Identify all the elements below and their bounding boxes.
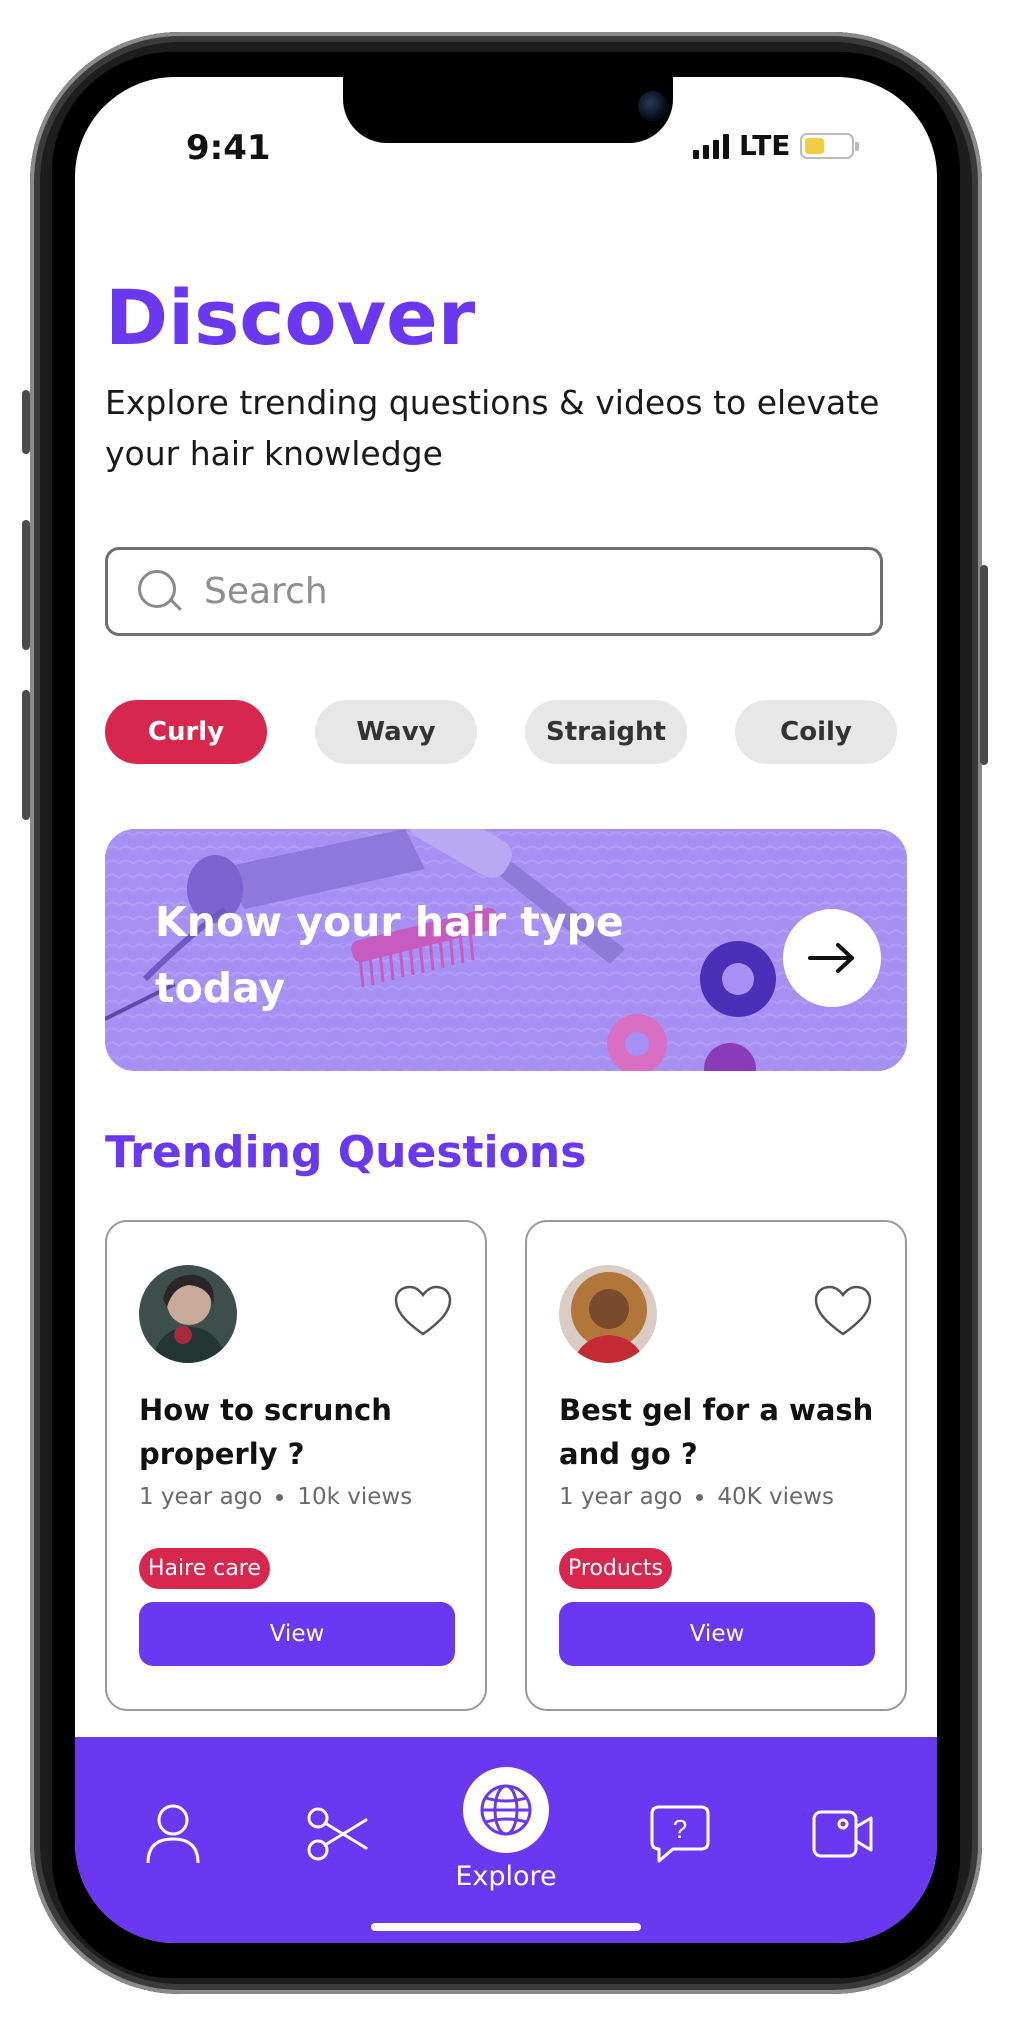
tab-profile[interactable] <box>138 1799 208 1869</box>
banner-arrow-button[interactable] <box>783 909 881 1007</box>
separator-dot <box>696 1493 704 1501</box>
page-title: Discover <box>105 273 476 362</box>
network-label: LTE <box>739 129 791 162</box>
bottom-tab-bar: Explore ? <box>75 1737 937 1943</box>
filter-chip-curly[interactable]: Curly <box>105 700 267 764</box>
search-icon <box>138 569 182 614</box>
search-box[interactable] <box>105 547 883 636</box>
video-icon <box>812 1810 873 1858</box>
question-bubble-icon: ? <box>650 1805 710 1863</box>
question-meta: 1 year ago 10k views <box>139 1484 412 1510</box>
question-meta: 1 year ago 40K views <box>559 1484 834 1510</box>
globe-icon <box>480 1784 532 1836</box>
phone-volume-down-button <box>22 690 30 820</box>
question-views: 40K views <box>717 1484 834 1510</box>
status-indicators: LTE <box>693 129 860 162</box>
home-indicator <box>371 1923 641 1931</box>
user-avatar <box>559 1265 657 1363</box>
category-tag[interactable]: Haire care <box>139 1548 270 1589</box>
svg-text:?: ? <box>673 1814 687 1844</box>
question-views: 10k views <box>297 1484 413 1510</box>
separator-dot <box>276 1493 284 1501</box>
tab-explore[interactable] <box>463 1767 549 1853</box>
profile-icon <box>146 1804 200 1864</box>
user-avatar <box>139 1265 237 1363</box>
question-card[interactable]: How to scrunch properly ? 1 year ago 10k… <box>105 1220 487 1711</box>
arrow-right-icon <box>808 943 854 973</box>
tab-explore-label[interactable]: Explore <box>406 1861 606 1892</box>
status-time: 9:41 <box>186 128 271 168</box>
filter-chip-coily[interactable]: Coily <box>735 700 897 764</box>
heart-icon[interactable] <box>813 1284 873 1338</box>
battery-icon <box>800 132 860 159</box>
phone-volume-up-button <box>22 520 30 650</box>
phone-power-button <box>980 565 988 765</box>
tab-styles[interactable] <box>303 1799 373 1869</box>
heart-icon[interactable] <box>393 1284 453 1338</box>
notch <box>343 77 673 143</box>
banner-text: Know your hair type today <box>155 898 624 1012</box>
hair-type-filters: Curly Wavy Straight Coily <box>105 700 897 764</box>
filter-chip-wavy[interactable]: Wavy <box>315 700 477 764</box>
question-card[interactable]: Best gel for a wash and go ? 1 year ago … <box>525 1220 907 1711</box>
hair-type-banner[interactable]: Know your hair type today <box>105 829 907 1071</box>
view-button[interactable]: View <box>139 1602 455 1666</box>
trending-questions-title: Trending Questions <box>105 1127 587 1178</box>
phone-side-button <box>22 390 30 454</box>
front-camera <box>638 91 668 121</box>
question-title: Best gel for a wash and go ? <box>559 1393 874 1471</box>
question-age: 1 year ago <box>139 1484 263 1510</box>
scissors-icon <box>307 1807 368 1861</box>
signal-icon <box>693 133 729 159</box>
phone-mockup: 9:41 LTE Discover Explore trending quest… <box>0 0 1011 2028</box>
tab-videos[interactable] <box>808 1799 878 1869</box>
question-age: 1 year ago <box>559 1484 683 1510</box>
search-input[interactable] <box>204 571 804 612</box>
app-screen: 9:41 LTE Discover Explore trending quest… <box>75 77 937 1943</box>
category-tag[interactable]: Products <box>559 1548 672 1589</box>
filter-chip-straight[interactable]: Straight <box>525 700 687 764</box>
page-subtitle: Explore trending questions & videos to e… <box>105 383 880 473</box>
question-title: How to scrunch properly ? <box>139 1393 392 1471</box>
tab-questions[interactable]: ? <box>645 1799 715 1869</box>
view-button[interactable]: View <box>559 1602 875 1666</box>
